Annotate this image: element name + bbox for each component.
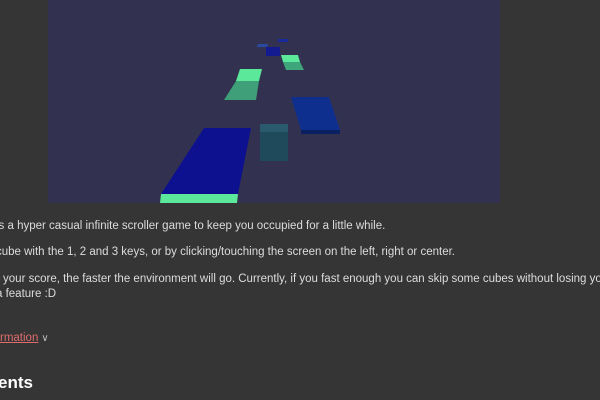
more-information-toggle[interactable]: rmation ∨ <box>0 331 49 346</box>
game-scene <box>160 39 340 203</box>
description-line-1: is a hyper casual infinite scroller game… <box>0 220 386 232</box>
far-tile <box>278 39 288 42</box>
description-line-4: a feature :D <box>0 288 57 300</box>
chevron-down-icon: ∨ <box>41 333 49 344</box>
blue-tile-right <box>291 97 340 130</box>
far-tile <box>257 44 268 47</box>
blue-tile-right-edge <box>301 130 340 134</box>
green-tile-near <box>160 194 238 203</box>
cube-top <box>260 124 288 132</box>
description-line-3: r your score, the faster the environment… <box>0 273 600 285</box>
far-tile <box>281 55 300 62</box>
cube-front <box>260 132 288 161</box>
game-canvas[interactable] <box>48 0 500 203</box>
description-line-2: cube with the 1, 2 and 3 keys, or by cli… <box>0 246 455 258</box>
more-information-link[interactable]: rmation <box>0 332 38 344</box>
green-tile <box>236 69 262 81</box>
blue-tile-near <box>161 128 251 194</box>
green-tile-side <box>224 81 259 100</box>
comments-heading: ents <box>0 373 33 392</box>
far-tile <box>266 47 280 56</box>
far-tile <box>283 62 304 70</box>
